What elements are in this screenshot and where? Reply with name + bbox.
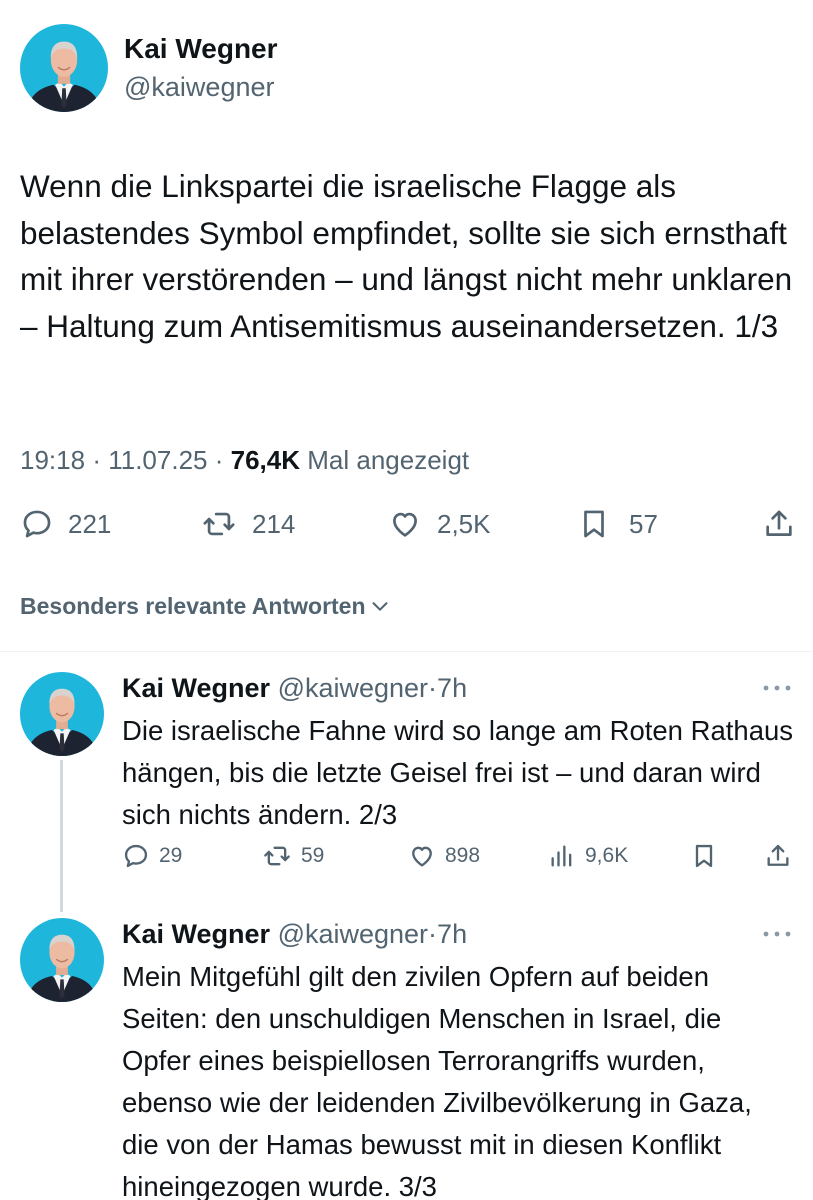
share-icon [766, 510, 792, 536]
tweet-header: Kai Wegner @kaiwegner·7h [122, 672, 794, 704]
repost-icon [203, 512, 235, 536]
views-count: 9,6K [585, 844, 629, 867]
avatar[interactable] [20, 918, 104, 1002]
tweet-date[interactable]: 11.07.25 [108, 445, 207, 475]
reply-count: 29 [159, 844, 183, 867]
reply-button[interactable]: 29 [122, 838, 182, 874]
like-icon [393, 512, 417, 537]
divider [0, 651, 813, 652]
views-count[interactable]: 76,4K [231, 445, 300, 475]
bookmark-icon [584, 510, 604, 538]
author-info: Kai Wegner @kaiwegner [124, 32, 278, 104]
reply-icon [23, 510, 51, 538]
views-button[interactable]: 9,6K [548, 838, 628, 874]
meta-separator: · [92, 445, 101, 475]
tweet-time[interactable]: 7h [437, 919, 467, 949]
reply-sort-dropdown[interactable]: Besonders relevante Antworten [20, 588, 391, 624]
more-options-button[interactable] [762, 680, 792, 698]
like-icon [412, 846, 432, 867]
more-icon [763, 685, 791, 691]
author-name[interactable]: Kai Wegner [124, 32, 278, 66]
tweet-body: Kai Wegner @kaiwegner·7h Die israelische… [122, 672, 794, 868]
tweet-text: Mein Mitgefühl gilt den zivilen Opfern a… [122, 961, 752, 1200]
repost-button[interactable]: 214 [200, 500, 295, 548]
like-button[interactable]: 898 [408, 838, 480, 874]
repost-button[interactable]: 59 [262, 838, 324, 874]
bookmark-button[interactable]: 57 [577, 500, 658, 548]
tweet-header: Kai Wegner @kaiwegner [20, 22, 278, 114]
sort-label: Besonders relevante Antworten [20, 592, 366, 619]
tweet-actions: 221 214 2,5K 57 [20, 500, 796, 548]
tweet-time[interactable]: 19:18 [20, 445, 85, 475]
avatar[interactable] [20, 24, 108, 112]
author-handle[interactable]: @kaiwegner [278, 919, 428, 949]
tweet-text: Die israelische Fahne wird so lange am R… [122, 715, 794, 830]
bookmark-count: 57 [629, 508, 658, 539]
meta-separator: · [428, 673, 438, 703]
bookmark-icon [695, 844, 713, 868]
share-button[interactable] [764, 838, 792, 874]
share-button[interactable] [762, 500, 796, 548]
repost-icon [264, 846, 290, 866]
bookmark-button[interactable] [690, 838, 718, 874]
tweet-actions: 29 59 898 9,6K [122, 838, 794, 874]
tweet-header: Kai Wegner @kaiwegner·7h [122, 918, 794, 950]
chevron-down-icon [372, 602, 387, 611]
tweet-time[interactable]: 7h [437, 673, 467, 703]
views-label: Mal angezeigt [307, 445, 470, 475]
tweet-meta: 19:18 · 11.07.25 · 76,4K Mal angezeigt [20, 442, 469, 478]
more-options-button[interactable] [762, 926, 792, 944]
thread-connector [60, 760, 63, 912]
tweet-body: Kai Wegner @kaiwegner·7h Mein Mitgefühl … [122, 918, 794, 1200]
reply-count: 221 [68, 508, 112, 539]
tweet-text: Wenn die Linkspartei die israelische Fla… [20, 168, 793, 344]
author-handle[interactable]: @kaiwegner [278, 673, 428, 703]
meta-separator: · [428, 919, 438, 949]
repost-count: 59 [301, 844, 325, 867]
author-name[interactable]: Kai Wegner [122, 673, 270, 703]
author-name[interactable]: Kai Wegner [122, 919, 270, 949]
like-count: 898 [445, 844, 481, 867]
author-handle[interactable]: @kaiwegner [124, 70, 278, 104]
share-icon [767, 844, 789, 866]
reply-icon [124, 844, 148, 868]
views-icon [551, 845, 572, 867]
like-button[interactable]: 2,5K [387, 500, 491, 548]
meta-separator: · [214, 445, 224, 475]
reply-button[interactable]: 221 [20, 500, 111, 548]
thread-tweet[interactable]: Kai Wegner @kaiwegner·7h Die israelische… [20, 672, 796, 892]
more-icon [763, 931, 791, 937]
repost-count: 214 [252, 508, 296, 539]
thread-tweet[interactable]: Kai Wegner @kaiwegner·7h Mein Mitgefühl … [20, 918, 796, 1200]
like-count: 2,5K [437, 508, 491, 539]
avatar[interactable] [20, 672, 104, 756]
